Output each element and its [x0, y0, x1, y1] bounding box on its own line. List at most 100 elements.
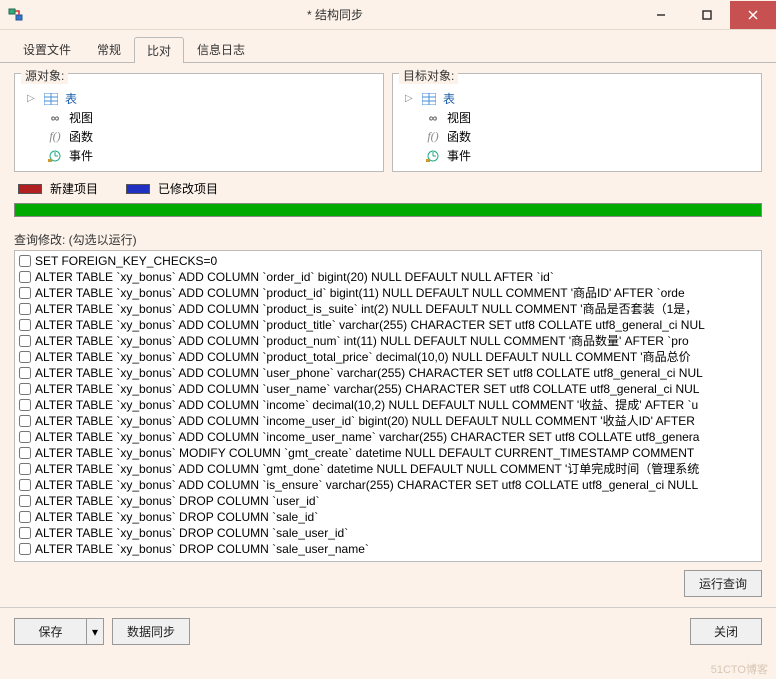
- target-tables-node[interactable]: ▷ 表: [399, 89, 755, 108]
- query-row[interactable]: ALTER TABLE `xy_bonus` ADD COLUMN `produ…: [17, 301, 759, 317]
- expand-icon[interactable]: ▷: [27, 93, 37, 104]
- query-row[interactable]: ALTER TABLE `xy_bonus` ADD COLUMN `order…: [17, 269, 759, 285]
- query-text: ALTER TABLE `xy_bonus` ADD COLUMN `produ…: [35, 349, 691, 365]
- app-icon: [8, 7, 24, 23]
- fx-icon: f(): [425, 129, 441, 144]
- data-sync-button[interactable]: 数据同步: [112, 618, 190, 645]
- query-checkbox[interactable]: [19, 495, 31, 507]
- query-checkbox[interactable]: [19, 287, 31, 299]
- query-row[interactable]: ALTER TABLE `xy_bonus` ADD COLUMN `is_en…: [17, 477, 759, 493]
- query-text: ALTER TABLE `xy_bonus` DROP COLUMN `user…: [35, 493, 320, 509]
- tabstrip: 设置文件 常规 比对 信息日志: [0, 30, 776, 63]
- query-text: ALTER TABLE `xy_bonus` MODIFY COLUMN `gm…: [35, 445, 694, 461]
- tab-general[interactable]: 常规: [84, 36, 134, 62]
- query-row[interactable]: ALTER TABLE `xy_bonus` DROP COLUMN `user…: [17, 493, 759, 509]
- save-dropdown[interactable]: ▾: [86, 618, 104, 645]
- target-views-label: 视图: [447, 109, 471, 126]
- target-tables-label: 表: [443, 90, 455, 107]
- query-row[interactable]: ALTER TABLE `xy_bonus` ADD COLUMN `user_…: [17, 365, 759, 381]
- query-row[interactable]: ALTER TABLE `xy_bonus` ADD COLUMN `gmt_d…: [17, 461, 759, 477]
- target-events-node[interactable]: 事件: [399, 146, 755, 165]
- query-row[interactable]: SET FOREIGN_KEY_CHECKS=0: [17, 253, 759, 269]
- query-text: ALTER TABLE `xy_bonus` DROP COLUMN `sale…: [35, 525, 348, 541]
- expand-icon[interactable]: ▷: [405, 93, 415, 104]
- query-checkbox[interactable]: [19, 319, 31, 331]
- legend-new-color: [18, 184, 42, 194]
- query-row[interactable]: ALTER TABLE `xy_bonus` ADD COLUMN `produ…: [17, 317, 759, 333]
- query-text: ALTER TABLE `xy_bonus` ADD COLUMN `order…: [35, 269, 554, 285]
- progress-bar: [14, 203, 762, 217]
- run-query-button[interactable]: 运行查询: [684, 570, 762, 597]
- query-checkbox[interactable]: [19, 351, 31, 363]
- legend-modified-label: 已修改项目: [158, 180, 218, 197]
- table-icon: [43, 93, 59, 105]
- titlebar: * 结构同步: [0, 0, 776, 30]
- source-views-node[interactable]: ∞ 视图: [21, 108, 377, 127]
- query-text: ALTER TABLE `xy_bonus` ADD COLUMN `produ…: [35, 301, 697, 317]
- query-checkbox[interactable]: [19, 271, 31, 283]
- clock-icon: [47, 149, 63, 162]
- query-text: ALTER TABLE `xy_bonus` ADD COLUMN `user_…: [35, 365, 703, 381]
- query-row[interactable]: ALTER TABLE `xy_bonus` MODIFY COLUMN `gm…: [17, 445, 759, 461]
- tab-compare[interactable]: 比对: [134, 37, 184, 63]
- query-row[interactable]: ALTER TABLE `xy_bonus` ADD COLUMN `user_…: [17, 381, 759, 397]
- source-events-node[interactable]: 事件: [21, 146, 377, 165]
- query-checkbox[interactable]: [19, 463, 31, 475]
- window-title: * 结构同步: [32, 6, 638, 23]
- query-text: ALTER TABLE `xy_bonus` ADD COLUMN `produ…: [35, 317, 705, 333]
- tab-settings-file[interactable]: 设置文件: [10, 36, 84, 62]
- clock-icon: [425, 149, 441, 162]
- query-checkbox[interactable]: [19, 415, 31, 427]
- query-checkbox[interactable]: [19, 399, 31, 411]
- footer: 保存 ▾ 数据同步 关闭: [0, 607, 776, 655]
- target-views-node[interactable]: ∞ 视图: [399, 108, 755, 127]
- query-text: ALTER TABLE `xy_bonus` ADD COLUMN `gmt_d…: [35, 461, 699, 477]
- query-checkbox[interactable]: [19, 431, 31, 443]
- legend-new-label: 新建项目: [50, 180, 98, 197]
- query-list-label: 查询修改: (勾选以运行): [14, 231, 762, 248]
- maximize-button[interactable]: [684, 1, 730, 29]
- save-button[interactable]: 保存: [14, 618, 86, 645]
- query-checkbox[interactable]: [19, 479, 31, 491]
- legend-modified-color: [126, 184, 150, 194]
- query-row[interactable]: ALTER TABLE `xy_bonus` ADD COLUMN `produ…: [17, 349, 759, 365]
- target-functions-node[interactable]: f() 函数: [399, 127, 755, 146]
- query-row[interactable]: ALTER TABLE `xy_bonus` ADD COLUMN `produ…: [17, 333, 759, 349]
- minimize-button[interactable]: [638, 1, 684, 29]
- source-functions-label: 函数: [69, 128, 93, 145]
- query-checkbox[interactable]: [19, 527, 31, 539]
- query-checkbox[interactable]: [19, 335, 31, 347]
- query-checkbox[interactable]: [19, 383, 31, 395]
- close-button[interactable]: 关闭: [690, 618, 762, 645]
- query-text: ALTER TABLE `xy_bonus` DROP COLUMN `sale…: [35, 541, 369, 557]
- query-text: ALTER TABLE `xy_bonus` ADD COLUMN `is_en…: [35, 477, 698, 493]
- query-checkbox[interactable]: [19, 511, 31, 523]
- glasses-icon: ∞: [425, 111, 441, 125]
- target-label: 目标对象:: [399, 67, 458, 84]
- source-functions-node[interactable]: f() 函数: [21, 127, 377, 146]
- query-checkbox[interactable]: [19, 255, 31, 267]
- source-events-label: 事件: [69, 147, 93, 164]
- tab-info-log[interactable]: 信息日志: [184, 36, 258, 62]
- query-checkbox[interactable]: [19, 303, 31, 315]
- query-row[interactable]: ALTER TABLE `xy_bonus` DROP COLUMN `sale…: [17, 525, 759, 541]
- close-window-button[interactable]: [730, 1, 776, 29]
- query-checkbox[interactable]: [19, 543, 31, 555]
- query-row[interactable]: ALTER TABLE `xy_bonus` ADD COLUMN `incom…: [17, 429, 759, 445]
- query-row[interactable]: ALTER TABLE `xy_bonus` ADD COLUMN `incom…: [17, 413, 759, 429]
- query-list[interactable]: SET FOREIGN_KEY_CHECKS=0ALTER TABLE `xy_…: [14, 250, 762, 562]
- query-text: ALTER TABLE `xy_bonus` ADD COLUMN `incom…: [35, 413, 695, 429]
- query-row[interactable]: ALTER TABLE `xy_bonus` ADD COLUMN `incom…: [17, 397, 759, 413]
- fx-icon: f(): [47, 129, 63, 144]
- query-row[interactable]: ALTER TABLE `xy_bonus` DROP COLUMN `sale…: [17, 509, 759, 525]
- query-checkbox[interactable]: [19, 447, 31, 459]
- chevron-down-icon: ▾: [92, 625, 98, 639]
- watermark: 51CTO博客: [711, 661, 768, 677]
- query-checkbox[interactable]: [19, 367, 31, 379]
- table-icon: [421, 93, 437, 105]
- source-tables-node[interactable]: ▷ 表: [21, 89, 377, 108]
- source-panel: 源对象: ▷ 表 ∞ 视图 f() 函数 事件: [14, 73, 384, 172]
- target-events-label: 事件: [447, 147, 471, 164]
- query-row[interactable]: ALTER TABLE `xy_bonus` DROP COLUMN `sale…: [17, 541, 759, 557]
- query-row[interactable]: ALTER TABLE `xy_bonus` ADD COLUMN `produ…: [17, 285, 759, 301]
